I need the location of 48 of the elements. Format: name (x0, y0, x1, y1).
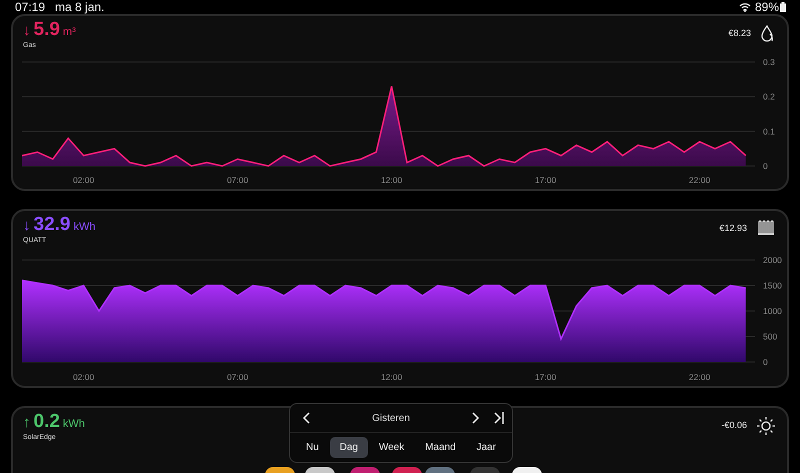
axis-label: 07:00 (226, 372, 248, 382)
period-tab[interactable]: Jaar (466, 437, 506, 458)
battery-icon (780, 2, 786, 12)
usage-value: 0.2 (34, 411, 60, 433)
chevron-right-icon[interactable] (472, 412, 480, 424)
axis-label: 17:00 (534, 175, 556, 185)
period-tab[interactable]: Maand (415, 437, 466, 458)
battery-percent: 89% (754, 0, 779, 14)
cost-value: €12.93 (719, 223, 747, 233)
axis-label: 0.2 (763, 92, 775, 102)
sun-icon (757, 417, 775, 435)
axis-label: 07:00 (226, 175, 248, 185)
period-tab[interactable]: Dag (330, 437, 368, 458)
axis-label: 0.1 (763, 126, 775, 136)
flame-icon (761, 25, 775, 43)
axis-label: 02:00 (72, 175, 94, 185)
direction-arrow: ↓ (23, 22, 30, 39)
period-title: Gisteren (371, 412, 411, 424)
axis-label: 1500 (763, 280, 782, 290)
axis-label: 12:00 (380, 372, 402, 382)
axis-label: 12:00 (380, 175, 402, 185)
chevron-left-icon[interactable] (302, 412, 310, 424)
axis-label: 1000 (763, 306, 782, 316)
axis-label: 0 (763, 161, 768, 171)
axis-label: 17:00 (534, 372, 556, 382)
axis-label: 22:00 (688, 372, 710, 382)
usage-value: 32.9 (34, 214, 70, 236)
axis-label: 2000 (763, 255, 782, 265)
period-tab[interactable]: Nu (296, 437, 329, 458)
radiator-icon (757, 220, 775, 236)
status-time: 07:19 (15, 0, 46, 14)
cost-value: -€0.06 (721, 420, 747, 430)
period-tab[interactable]: Week (368, 437, 414, 458)
cost-value: €8.23 (728, 28, 751, 38)
usage-value: 5.9 (34, 19, 60, 41)
axis-label: 22:00 (688, 175, 710, 185)
direction-arrow: ↓ (23, 217, 30, 234)
axis-label: 500 (763, 332, 778, 342)
skip-end-icon[interactable] (494, 412, 504, 424)
direction-arrow: ↑ (23, 414, 30, 431)
status-date: ma 8 jan. (55, 0, 104, 14)
axis-label: 0.3 (763, 57, 775, 67)
usage-unit: m³ (62, 26, 76, 38)
usage-unit: kWh (62, 418, 85, 430)
axis-label: 0 (763, 357, 768, 367)
wifi-icon (738, 2, 751, 12)
usage-unit: kWh (73, 221, 96, 233)
axis-label: 02:00 (72, 372, 94, 382)
